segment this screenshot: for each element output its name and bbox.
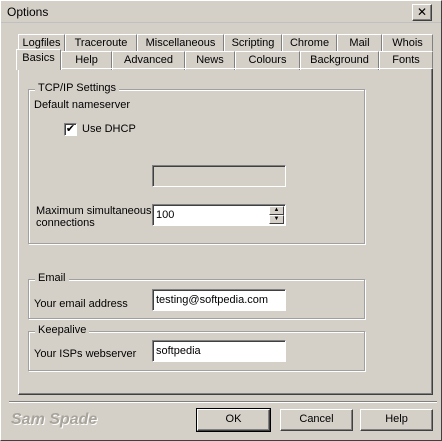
close-icon: ✕ [416,5,428,19]
email-address-label: Your email address [34,298,128,310]
max-connections-input[interactable] [152,204,286,226]
window-title: Options [7,5,49,19]
spin-up-button[interactable]: ▲ [269,206,284,215]
arrow-up-icon: ▲ [273,207,280,213]
use-dhcp-label: Use DHCP [82,123,136,135]
email-address-input[interactable] [152,289,286,311]
default-nameserver-label: Default nameserver [34,99,130,111]
keepalive-group-label: Keepalive [35,324,90,336]
close-button[interactable]: ✕ [412,4,432,21]
spin-down-button[interactable]: ▼ [269,215,284,224]
nameserver-input[interactable] [152,165,286,187]
check-mark-icon: ✔ [65,123,76,135]
email-group-label: Email [35,272,69,284]
isp-webserver-label: Your ISPs webserver [34,348,137,360]
max-connections-label-line2: connections [36,217,95,229]
arrow-down-icon: ▼ [273,216,280,222]
help-button[interactable]: Help [360,409,433,431]
ok-button[interactable]: OK [196,408,271,432]
tcpip-group-label: TCP/IP Settings [35,82,120,94]
tab-basics[interactable]: Basics [16,49,61,70]
title-bar: Options ✕ [1,1,441,23]
options-dialog: Options ✕ Logfiles Traceroute Miscellane… [0,0,442,441]
footer-divider [9,401,437,403]
brand-logo: Sam Spade [11,411,98,428]
cancel-button[interactable]: Cancel [280,409,353,431]
isp-webserver-input[interactable] [152,340,286,362]
use-dhcp-checkbox[interactable]: ✔ [64,123,77,136]
